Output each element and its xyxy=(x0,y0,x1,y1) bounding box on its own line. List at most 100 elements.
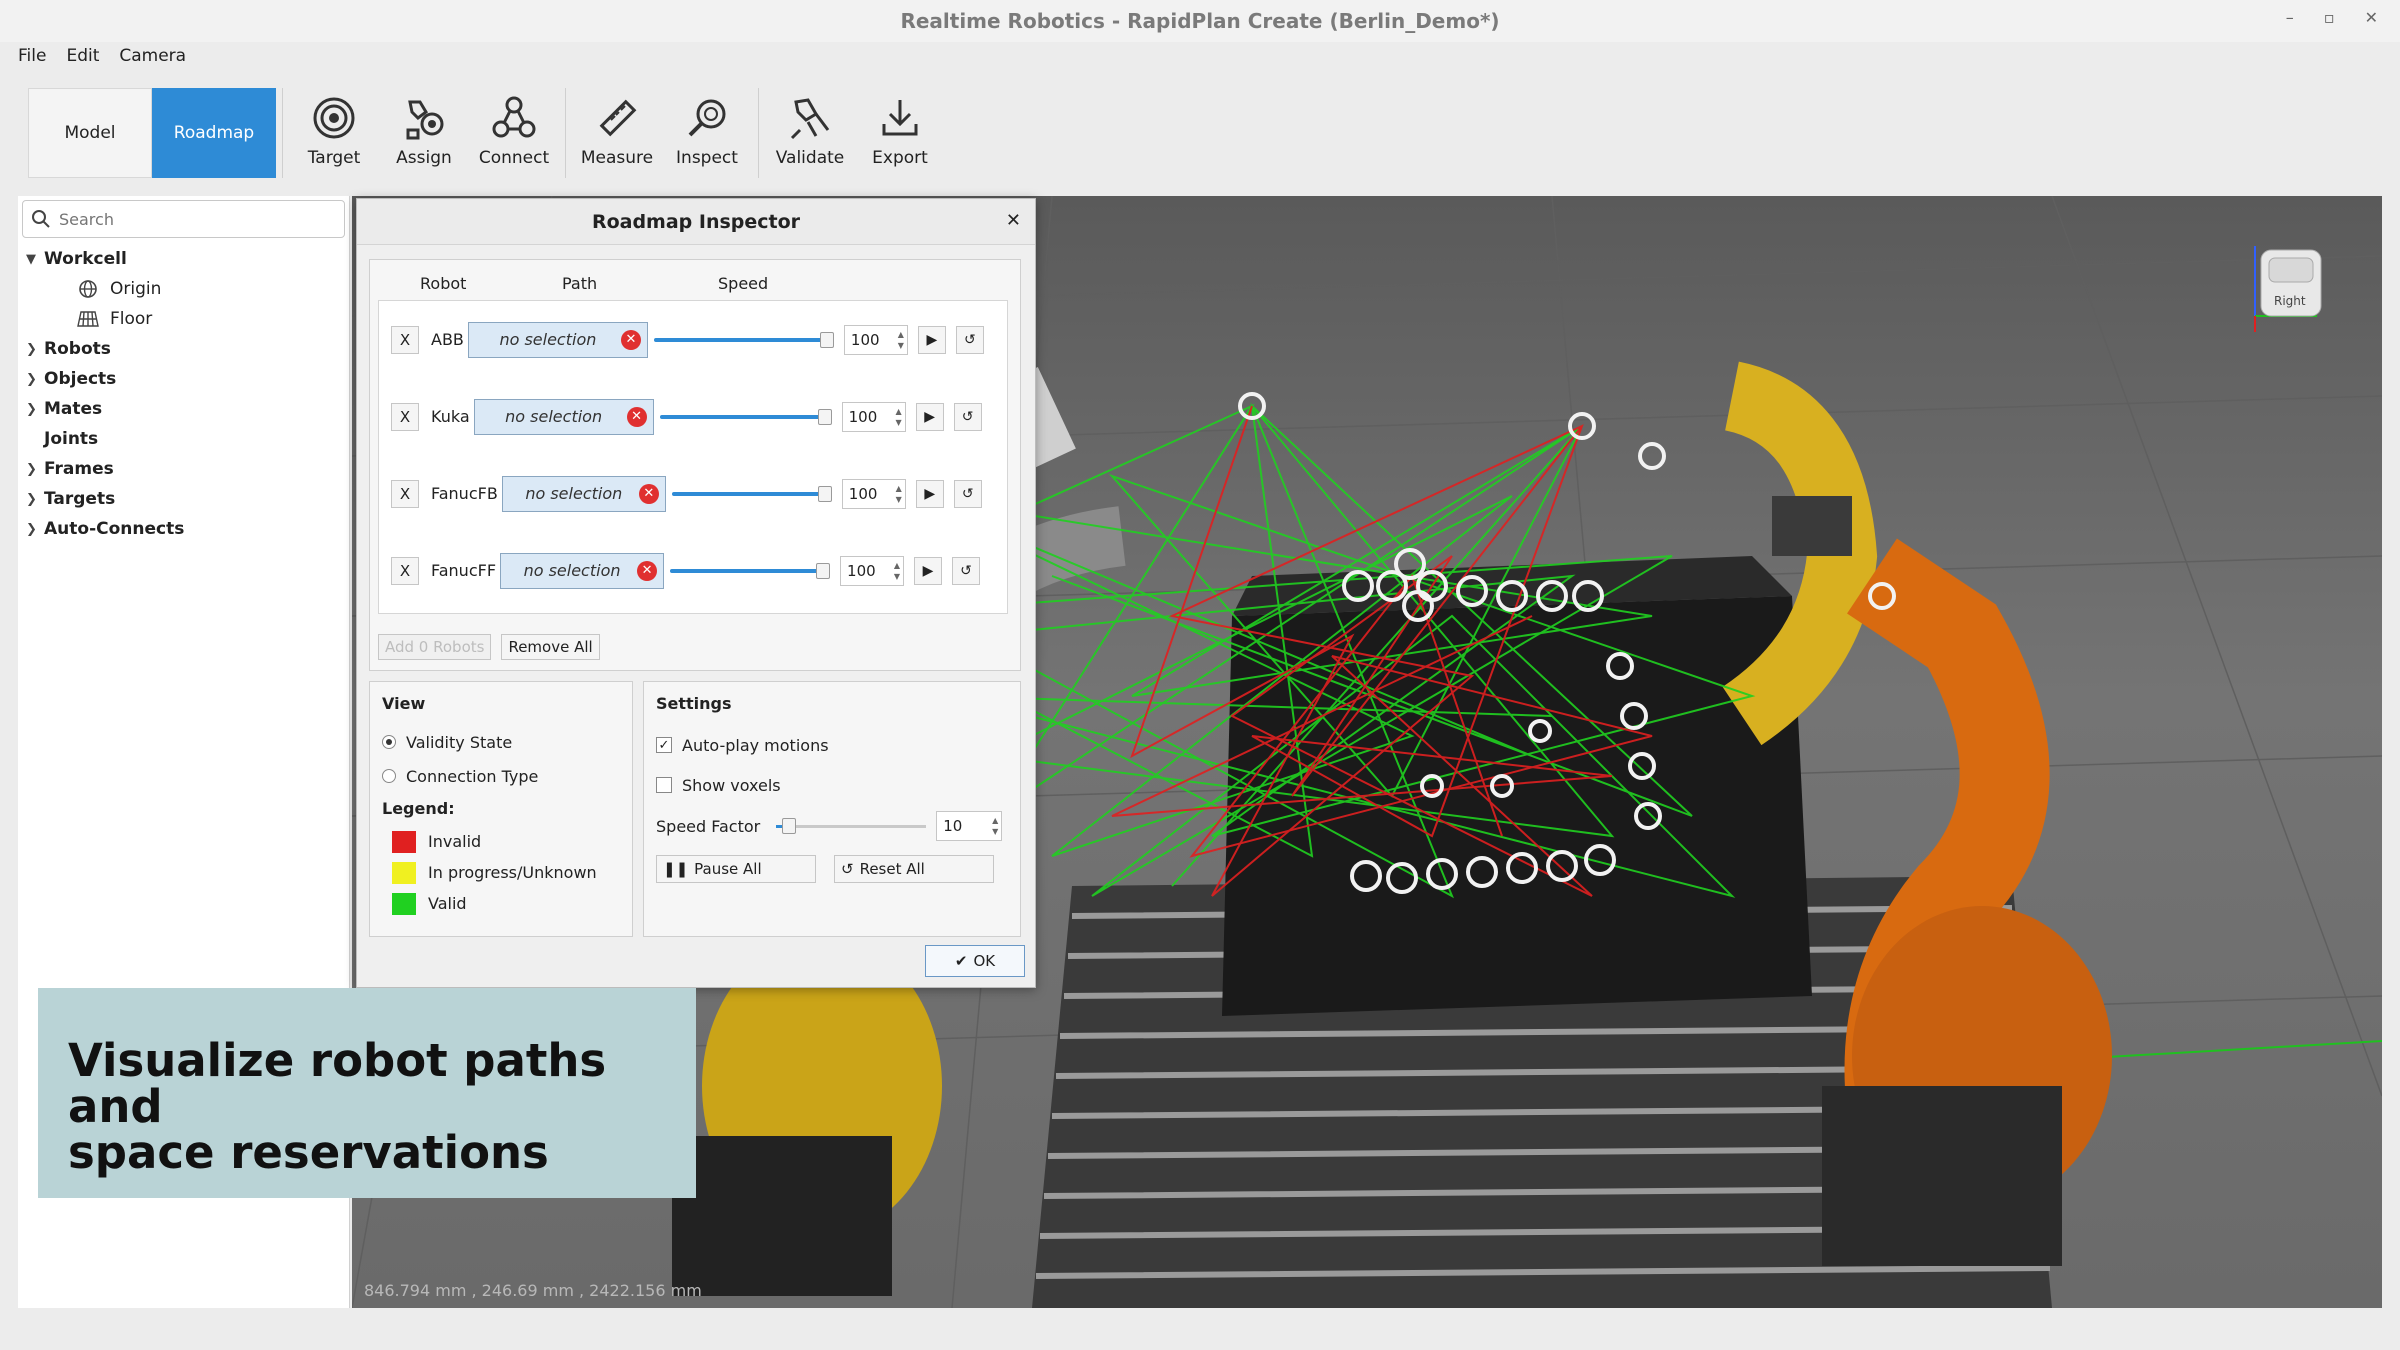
menu-edit[interactable]: Edit xyxy=(66,46,99,70)
speed-factor-slider[interactable] xyxy=(776,816,927,836)
model-mode-button[interactable]: Model xyxy=(28,88,152,178)
tree-item-label: Robots xyxy=(44,339,111,359)
export-tool-button[interactable]: Export xyxy=(855,88,945,178)
target-tool-button[interactable]: Target xyxy=(289,88,379,178)
remove-robot-button[interactable]: X xyxy=(391,479,419,508)
speed-factor-value: 10 xyxy=(943,817,963,835)
speed-spinbox[interactable]: 100 ▲ ▼ xyxy=(841,478,906,509)
ok-button[interactable]: ✔ OK xyxy=(925,945,1025,977)
chevron-right-icon[interactable]: ❯ xyxy=(26,462,44,477)
tree-item-robots[interactable]: ❯ Robots xyxy=(18,334,349,364)
checkbox-unchecked[interactable] xyxy=(656,777,672,793)
search-box[interactable] xyxy=(22,200,345,238)
tree-item-workcell[interactable]: ▼ Workcell xyxy=(18,244,349,274)
slider-thumb[interactable] xyxy=(817,408,832,425)
check-icon: ✔ xyxy=(954,952,968,970)
radio-dot[interactable] xyxy=(382,735,396,749)
tree-item-objects[interactable]: ❯ Objects xyxy=(18,364,349,394)
clear-selection-icon[interactable]: ✕ xyxy=(638,483,659,504)
path-selection-field[interactable]: no selection ✕ xyxy=(501,475,666,512)
chevron-right-icon[interactable]: ❯ xyxy=(26,492,44,507)
measure-tool-button[interactable]: Measure xyxy=(572,88,662,178)
reset-icon[interactable]: ↺ xyxy=(953,479,982,508)
clear-selection-icon[interactable]: ✕ xyxy=(626,406,647,427)
speed-slider[interactable] xyxy=(671,484,832,504)
toolbar: Model Roadmap Target Assign Connect Meas… xyxy=(28,88,945,182)
speed-spinbox[interactable]: 100 ▲ ▼ xyxy=(840,555,905,586)
play-icon[interactable]: ▶ xyxy=(915,402,944,431)
robot-name: FanucFB xyxy=(431,484,498,503)
chevron-right-icon[interactable]: ❯ xyxy=(26,342,44,357)
checkbox-checked[interactable]: ✓ xyxy=(656,737,672,753)
play-icon[interactable]: ▶ xyxy=(915,479,944,508)
inspect-tool-button[interactable]: Inspect xyxy=(662,88,752,178)
tree-item-auto-connects[interactable]: ❯ Auto-Connects xyxy=(18,514,349,544)
legend-item-invalid: Invalid xyxy=(382,826,620,857)
play-icon[interactable]: ▶ xyxy=(914,556,943,585)
speed-factor-track xyxy=(776,825,927,828)
reset-icon[interactable]: ↺ xyxy=(955,325,984,354)
pause-all-button[interactable]: ❚❚ Pause All xyxy=(656,855,816,883)
navigation-cube[interactable]: Right xyxy=(2247,236,2327,336)
speed-slider[interactable] xyxy=(653,330,834,350)
slider-thumb[interactable] xyxy=(819,331,834,348)
validate-tool-button[interactable]: Validate xyxy=(765,88,855,178)
tree-item-frames[interactable]: ❯ Frames xyxy=(18,454,349,484)
validity-state-radio[interactable]: Validity State xyxy=(382,725,620,759)
chevron-right-icon[interactable]: ❯ xyxy=(26,372,44,387)
slider-thumb[interactable] xyxy=(816,562,831,579)
reset-icon[interactable]: ↺ xyxy=(952,556,981,585)
reset-icon[interactable]: ↺ xyxy=(953,402,982,431)
chevron-right-icon[interactable]: ❯ xyxy=(26,522,44,537)
tree-item-label: Auto-Connects xyxy=(44,519,185,539)
play-icon[interactable]: ▶ xyxy=(917,325,946,354)
show-voxels-checkbox[interactable]: Show voxels xyxy=(656,765,1008,805)
speed-spinbox[interactable]: 100 ▲ ▼ xyxy=(843,324,908,355)
add-robots-button[interactable]: Add 0 Robots xyxy=(378,634,492,660)
chevron-right-icon[interactable]: ❯ xyxy=(26,402,44,417)
menu-file[interactable]: File xyxy=(18,46,46,70)
tree-item-label: Targets xyxy=(44,489,116,509)
menu-camera[interactable]: Camera xyxy=(119,46,186,70)
remove-robot-button[interactable]: X xyxy=(391,325,419,354)
status-bar xyxy=(0,1310,2400,1350)
remove-robot-button[interactable]: X xyxy=(391,556,419,585)
view-group-title: View xyxy=(382,694,426,713)
remove-all-button[interactable]: Remove All xyxy=(501,634,600,660)
clear-selection-icon[interactable]: ✕ xyxy=(620,329,641,350)
speed-factor-label: Speed Factor xyxy=(656,816,761,836)
close-icon[interactable]: ✕ xyxy=(1006,210,1021,231)
connect-tool-label: Connect xyxy=(478,148,550,168)
roadmap-mode-button[interactable]: Roadmap xyxy=(152,88,276,178)
speed-spinbox[interactable]: 100 ▲ ▼ xyxy=(841,401,906,432)
reset-all-button[interactable]: ↺ Reset All xyxy=(834,855,994,883)
tree-item-origin[interactable]: Origin xyxy=(18,274,349,304)
close-window-button[interactable]: ✕ xyxy=(2365,8,2378,27)
remove-robot-button[interactable]: X xyxy=(391,402,419,431)
autoplay-checkbox[interactable]: ✓ Auto-play motions xyxy=(656,725,1008,765)
assign-tool-button[interactable]: Assign xyxy=(379,88,469,178)
tree-item-mates[interactable]: ❯ Mates xyxy=(18,394,349,424)
connection-type-radio[interactable]: Connection Type xyxy=(382,759,620,793)
speed-slider[interactable] xyxy=(670,561,831,581)
path-selection-field[interactable]: no selection ✕ xyxy=(467,321,648,358)
roadmap-inspector-dialog: Roadmap Inspector ✕ Robot Path Speed X A… xyxy=(356,198,1036,988)
path-selection-field[interactable]: no selection ✕ xyxy=(473,398,654,435)
maximize-button[interactable]: ▫ xyxy=(2324,8,2335,27)
tree-item-targets[interactable]: ❯ Targets xyxy=(18,484,349,514)
speed-factor-spinbox[interactable]: 10 ▲ ▼ xyxy=(936,811,1003,841)
clear-selection-icon[interactable]: ✕ xyxy=(637,560,658,581)
connect-tool-button[interactable]: Connect xyxy=(469,88,559,178)
chevron-down-icon[interactable]: ▼ xyxy=(26,252,44,267)
tree-item-floor[interactable]: Floor xyxy=(18,304,349,334)
slider-thumb[interactable] xyxy=(817,485,832,502)
minimize-button[interactable]: – xyxy=(2286,8,2294,27)
legend-label: In progress/Unknown xyxy=(428,863,597,882)
path-selection-field[interactable]: no selection ✕ xyxy=(500,552,665,589)
search-input[interactable] xyxy=(59,209,319,229)
slider-thumb[interactable] xyxy=(782,818,797,834)
speed-slider[interactable] xyxy=(659,407,832,427)
radio-dot[interactable] xyxy=(382,769,396,783)
speed-factor-row: Speed Factor 10 ▲ ▼ xyxy=(656,805,1008,847)
tree-item-joints[interactable]: Joints xyxy=(18,424,349,454)
